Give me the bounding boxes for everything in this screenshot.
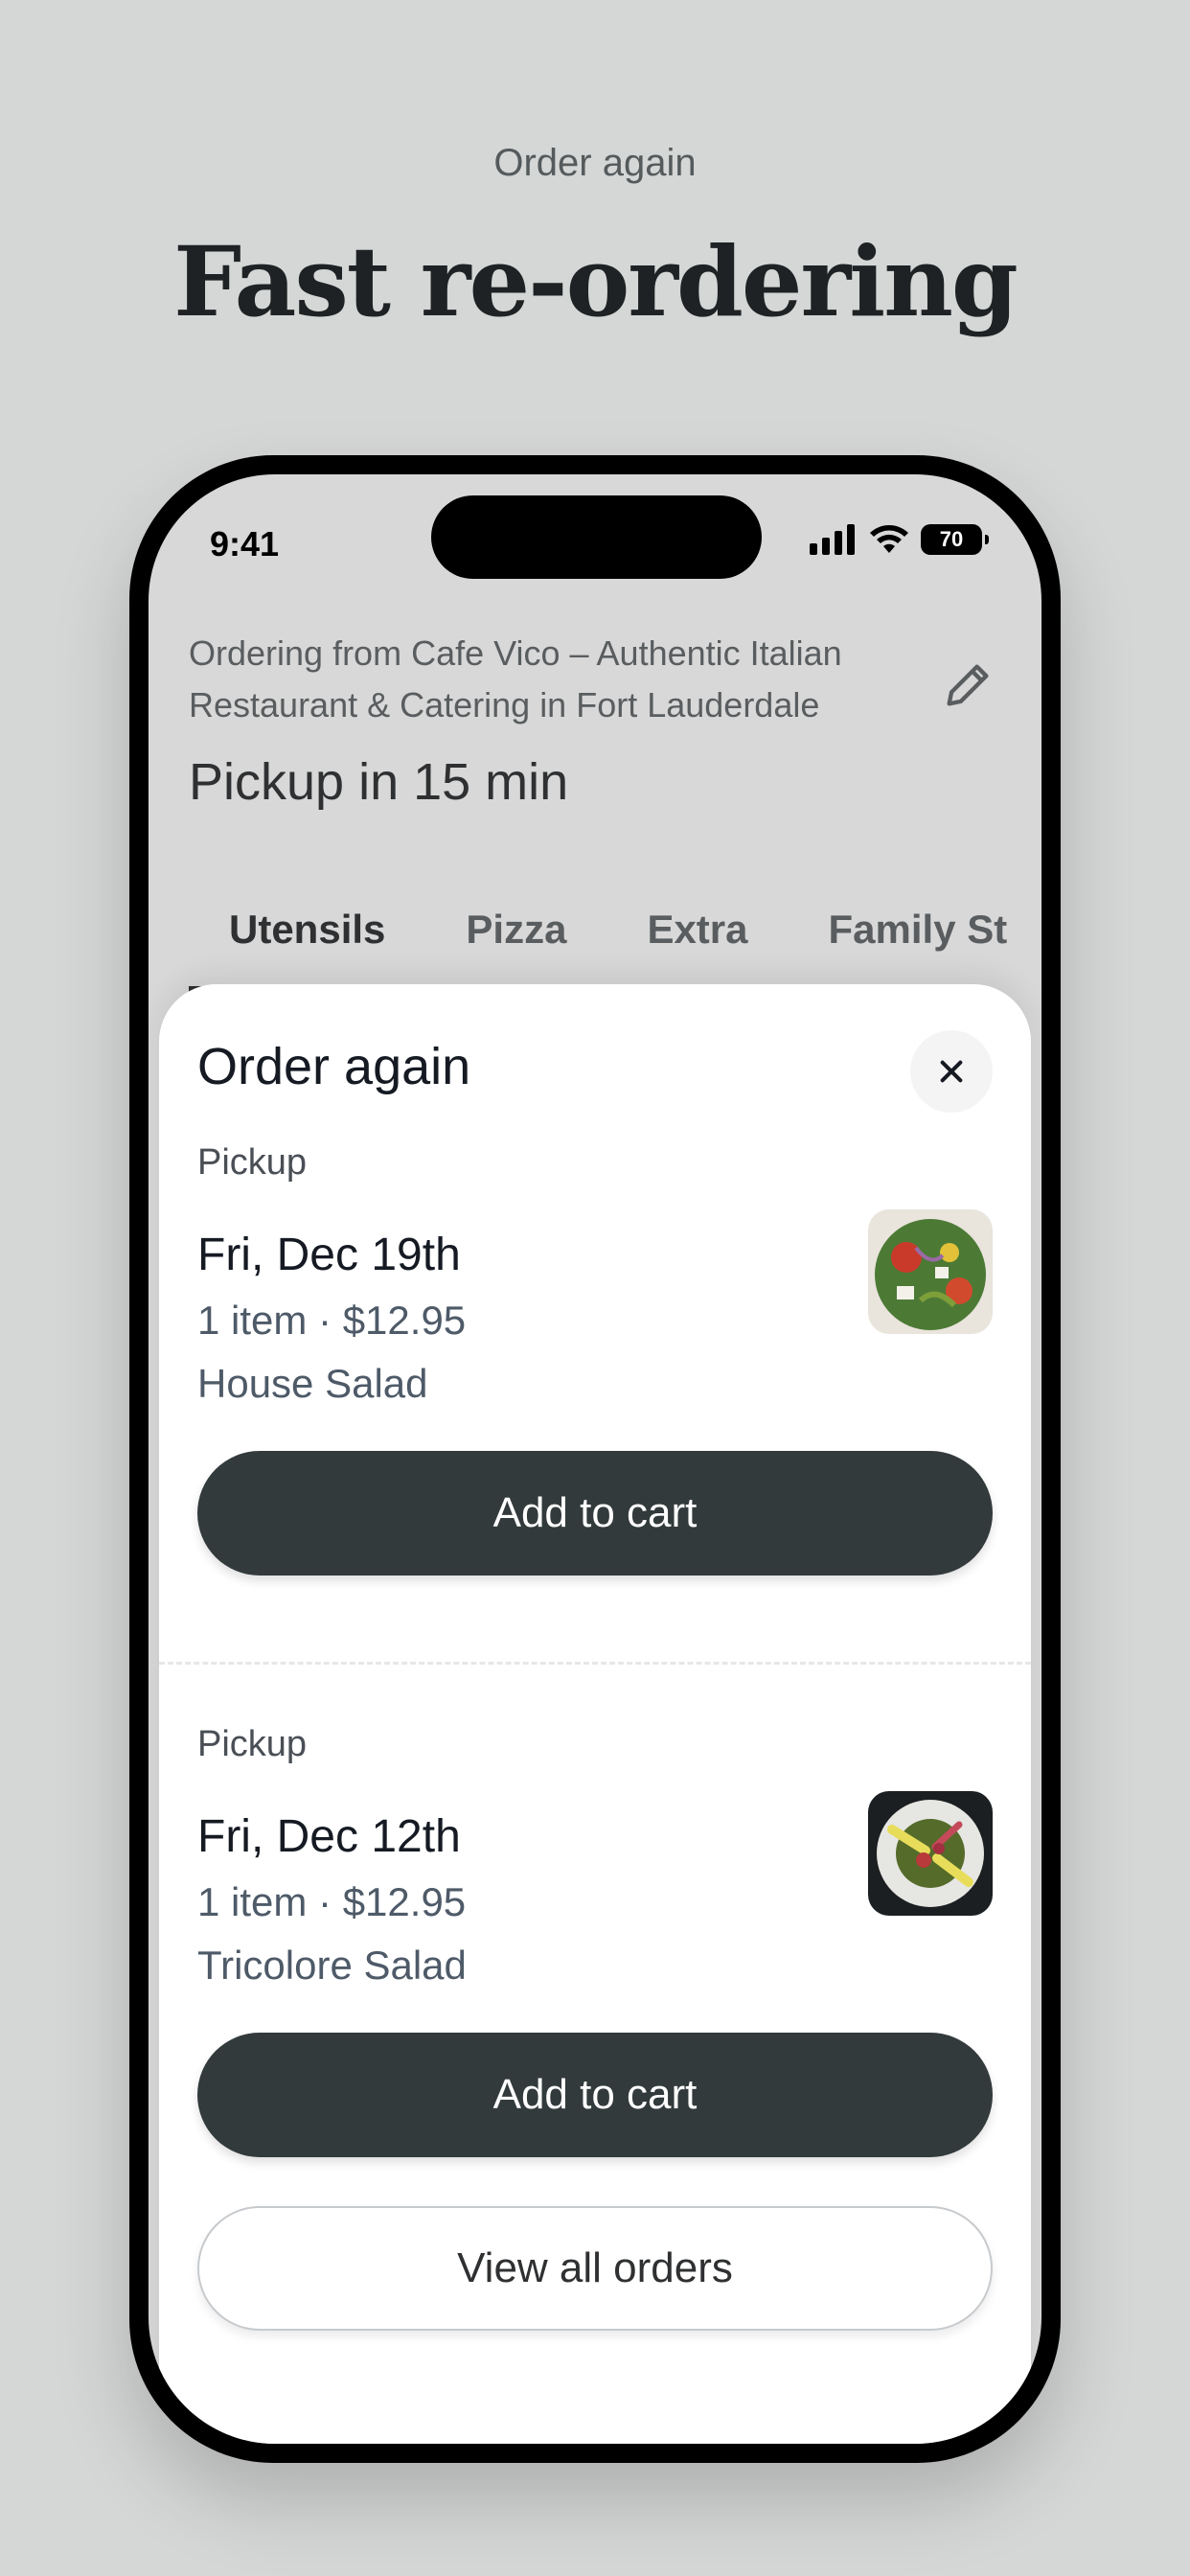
order-type: Pickup [197,1142,308,1183]
tricolore-salad-image [868,1791,993,1916]
pickup-eta: Pickup in 15 min [189,753,569,811]
tab-family-style[interactable]: Family St [789,877,1042,992]
view-all-orders-button[interactable]: View all orders [197,2206,993,2331]
order-date: Fri, Dec 12th [197,1811,461,1862]
order-card: Pickup Fri, Dec 19th 1 item · $12.95 Hou… [197,1142,993,1576]
status-time: 9:41 [210,524,280,564]
order-meta: 1 item · $12.95 [197,1298,467,1343]
order-meta: 1 item · $12.95 [197,1879,467,1924]
order-item-name: Tricolore Salad [197,1943,467,1988]
battery-icon: 70 [921,524,989,555]
tab-extra[interactable]: Extra [606,877,788,992]
pencil-icon [947,664,989,706]
close-button[interactable] [910,1030,993,1113]
status-icons: 70 [810,524,989,555]
order-again-sheet: Order again Pickup Fri, Dec 19th 1 item … [159,984,1031,2444]
dynamic-island [431,495,762,579]
tab-utensils[interactable]: Utensils [189,877,426,992]
battery-level: 70 [939,527,964,551]
promo-title: Fast re-ordering [173,225,1018,338]
order-date: Fri, Dec 19th [197,1230,461,1280]
phone-screen: 9:41 70 Ordering from Cafe Vico – Authen… [149,474,1041,2444]
order-type: Pickup [197,1724,308,1764]
phone-frame: 9:41 70 Ordering from Cafe Vico – Authen… [129,455,1061,2463]
signal-icon [810,524,855,555]
house-salad-image [868,1209,993,1334]
sheet-title: Order again [197,1038,471,1095]
order-item-name: House Salad [197,1361,428,1406]
close-icon [940,1060,963,1083]
tab-pizza[interactable]: Pizza [425,877,606,992]
add-to-cart-button[interactable]: Add to cart [197,2033,993,2157]
edit-button[interactable] [934,652,1001,719]
store-line: Ordering from Cafe Vico – Authentic Ital… [189,633,842,724]
order-card: Pickup Fri, Dec 12th 1 item · $12.95 Tri… [197,1724,993,2157]
wifi-icon [870,525,908,553]
add-to-cart-button[interactable]: Add to cart [197,1451,993,1576]
order-divider [159,1662,1031,1665]
category-tabs: Utensils Pizza Extra Family St [189,877,1041,992]
promo-eyebrow: Order again [493,142,697,184]
